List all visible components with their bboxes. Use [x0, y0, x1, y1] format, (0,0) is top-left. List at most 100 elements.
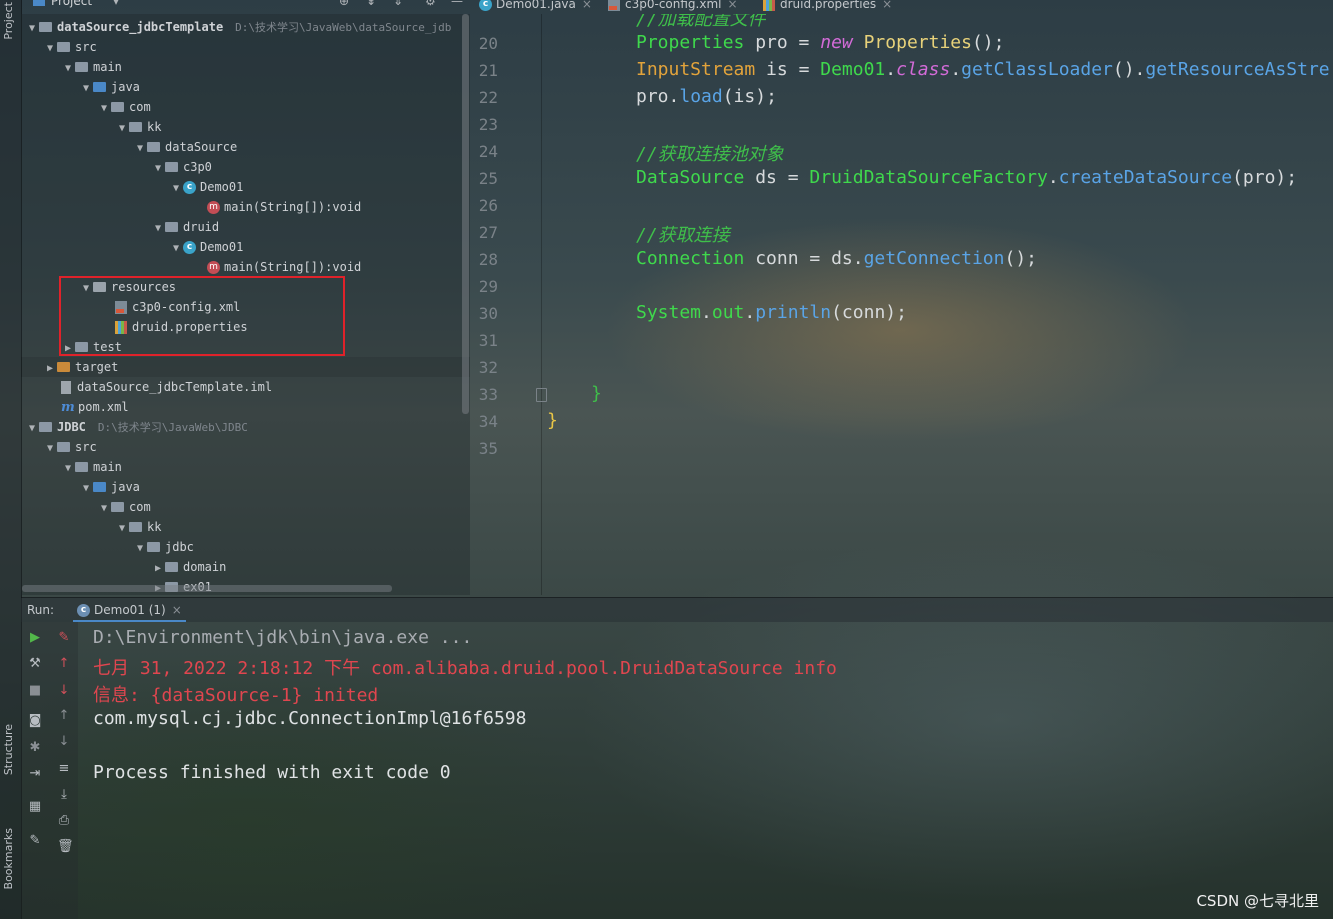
chevron-down-icon[interactable]: ▼: [43, 439, 57, 459]
tree-horizontal-scrollbar[interactable]: [22, 585, 392, 592]
tree-item-label: kk: [147, 520, 162, 534]
expand-all-icon[interactable]: ⇕: [393, 0, 403, 8]
chevron-down-icon[interactable]: ▼: [151, 159, 165, 179]
chevron-down-icon[interactable]: ▼: [169, 179, 183, 199]
chevron-right-icon[interactable]: ▶: [43, 359, 57, 379]
print-icon[interactable]: ⎙: [57, 814, 71, 828]
tree-item-com[interactable]: ▼ com: [97, 97, 151, 117]
arrow-down-icon[interactable]: ↓: [57, 684, 71, 698]
folder-icon: [75, 341, 88, 352]
up-trace-icon[interactable]: ↑: [57, 709, 71, 723]
code-token: .: [1047, 167, 1059, 188]
run-tab-label: Demo01 (1): [94, 603, 166, 617]
pin-icon[interactable]: ✎: [28, 834, 42, 848]
tree-item-src[interactable]: ▼ src: [43, 37, 97, 57]
tree-item-kk[interactable]: ▼ kk: [115, 117, 161, 137]
chevron-down-icon[interactable]: ▼: [25, 419, 39, 439]
chevron-down-icon[interactable]: ▼: [133, 539, 147, 559]
tree-item-test[interactable]: ▶ test: [61, 337, 122, 357]
tree-item-c3p0-config[interactable]: c3p0-config.xml: [115, 297, 240, 317]
chevron-down-icon[interactable]: ▼: [79, 279, 93, 299]
chevron-down-icon[interactable]: ▼: [151, 219, 165, 239]
tree-item-target[interactable]: ▶ target: [43, 357, 118, 377]
minimize-icon[interactable]: —: [451, 0, 463, 8]
camera-icon[interactable]: ◙: [28, 714, 42, 728]
tree-vertical-scrollbar[interactable]: [462, 14, 469, 414]
tree-item-jdbc-pkg[interactable]: ▼ jdbc: [133, 537, 194, 557]
iml-file-icon: [61, 381, 71, 394]
tree-item-java[interactable]: ▼ java: [79, 77, 140, 97]
wrench-icon[interactable]: ⚒: [28, 657, 42, 671]
down-trace-icon[interactable]: ↓: [57, 735, 71, 749]
tab-druid-properties[interactable]: druid.properties ×: [763, 0, 892, 14]
tree-item-domain[interactable]: ▶ domain: [151, 557, 226, 577]
tree-item-main[interactable]: ▼ main: [61, 57, 122, 77]
edit-config-icon[interactable]: ✎: [57, 631, 71, 645]
tab-c3p0-config[interactable]: c3p0-config.xml ×: [608, 0, 738, 14]
chevron-down-icon[interactable]: ▼: [61, 459, 75, 479]
project-tool-button[interactable]: Project: [0, 0, 21, 70]
chevron-down-icon[interactable]: ▼: [79, 479, 93, 499]
structure-tool-button[interactable]: Structure: [0, 720, 21, 805]
tree-item-com-jdbc[interactable]: ▼ com: [97, 497, 151, 517]
tree-item-label: jdbc: [165, 540, 194, 554]
tree-item-main-jdbc[interactable]: ▼ main: [61, 457, 122, 477]
chevron-down-icon[interactable]: ▼: [25, 19, 39, 39]
layout-icon[interactable]: ▦: [28, 800, 42, 814]
code-line-20: Properties pro = new Properties();: [636, 32, 1004, 53]
properties-file-icon: [763, 0, 775, 11]
tree-item-demo01-c3p0[interactable]: ▼ c Demo01: [169, 177, 243, 197]
chevron-down-icon[interactable]: ▼: [115, 519, 129, 539]
debug-icon[interactable]: ✱: [28, 741, 42, 755]
tab-run-demo01[interactable]: c Demo01 (1) ×: [73, 598, 186, 622]
chevron-down-icon[interactable]: ▼: [97, 499, 111, 519]
tree-item-pom[interactable]: m pom.xml: [61, 397, 129, 417]
collapse-all-icon[interactable]: ⇟: [366, 0, 376, 8]
chevron-down-icon[interactable]: ▼: [115, 119, 129, 139]
chevron-right-icon[interactable]: ▶: [61, 339, 75, 359]
project-view-title[interactable]: Project: [51, 0, 92, 8]
tree-item-kk-jdbc[interactable]: ▼ kk: [115, 517, 161, 537]
tree-item-method-druid[interactable]: m main(String[]):void: [207, 257, 361, 277]
chevron-down-icon[interactable]: ▼: [61, 59, 75, 79]
project-tool-label: Project: [2, 2, 15, 40]
tree-item-druid[interactable]: ▼ druid: [151, 217, 219, 237]
chevron-down-icon[interactable]: ▼: [169, 239, 183, 259]
close-icon[interactable]: ×: [582, 0, 592, 11]
tab-demo01-java[interactable]: c Demo01.java ×: [479, 0, 592, 14]
close-icon[interactable]: ×: [172, 603, 182, 617]
code-token: Connection: [636, 248, 745, 269]
tree-item-java-jdbc[interactable]: ▼ java: [79, 477, 140, 497]
tree-item-resources[interactable]: ▼ resources: [79, 277, 176, 297]
chevron-down-icon[interactable]: ▼: [97, 99, 111, 119]
chevron-right-icon[interactable]: ▶: [151, 559, 165, 579]
bookmarks-tool-button[interactable]: Bookmarks: [0, 826, 21, 919]
scroll-to-end-icon[interactable]: ⤓: [57, 788, 71, 802]
trash-icon[interactable]: 🗑: [57, 840, 74, 854]
tree-item-c3p0[interactable]: ▼ c3p0: [151, 157, 212, 177]
login-icon[interactable]: ⇥: [28, 767, 42, 781]
code-editor[interactable]: //加载配置文件 Properties pro = new Properties…: [471, 14, 1333, 595]
rerun-icon[interactable]: ▶: [28, 631, 42, 645]
tree-item-src-jdbc[interactable]: ▼ src: [43, 437, 97, 457]
tree-item-iml[interactable]: dataSource_jdbcTemplate.iml: [61, 377, 272, 397]
module-path: D:\技术学习\JavaWeb\JDBC: [97, 421, 248, 434]
project-tree[interactable]: ▼ dataSource_jdbcTemplate D:\技术学习\JavaWeb\…: [21, 14, 470, 595]
tree-item-module-jdbc[interactable]: ▼ JDBC D:\技术学习\JavaWeb\JDBC: [25, 417, 248, 437]
chevron-down-icon[interactable]: ▼: [43, 39, 57, 59]
gear-icon[interactable]: ⚙: [425, 0, 436, 8]
close-icon[interactable]: ×: [882, 0, 892, 11]
close-icon[interactable]: ×: [727, 0, 737, 11]
tree-item-method-c3p0[interactable]: m main(String[]):void: [207, 197, 361, 217]
tree-item-demo01-druid[interactable]: ▼ c Demo01: [169, 237, 243, 257]
tree-item-module-datasource[interactable]: ▼ dataSource_jdbcTemplate D:\技术学习\JavaWeb\…: [25, 17, 451, 37]
tree-item-datasource-pkg[interactable]: ▼ dataSource: [133, 137, 237, 157]
stop-icon[interactable]: ■: [28, 684, 42, 698]
chevron-down-icon[interactable]: ▼: [133, 139, 147, 159]
chevron-down-icon[interactable]: ▼: [79, 79, 93, 99]
locate-icon[interactable]: ⊕: [339, 0, 349, 8]
tree-item-druid-properties[interactable]: druid.properties: [115, 317, 248, 337]
soft-wrap-icon[interactable]: ≡: [57, 762, 71, 776]
chevron-down-icon[interactable]: ▾: [113, 0, 119, 8]
arrow-up-icon[interactable]: ↑: [57, 657, 71, 671]
